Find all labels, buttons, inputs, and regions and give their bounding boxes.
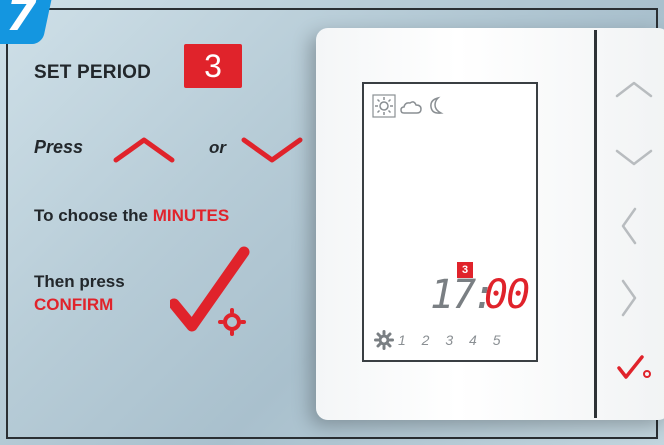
lcd-screen — [362, 82, 538, 362]
moon-icon — [430, 96, 444, 114]
down-button[interactable] — [614, 146, 654, 168]
left-button[interactable] — [618, 206, 640, 246]
up-chevron-icon — [113, 137, 175, 163]
period-number-box: 3 — [184, 44, 242, 88]
confirm-check-icon — [170, 246, 250, 336]
cloud-icon — [400, 101, 422, 114]
lcd-gear-icon — [374, 330, 394, 350]
sun-icon — [372, 94, 396, 118]
step-number-badge: 7 — [0, 0, 54, 44]
down-chevron-icon — [241, 137, 303, 163]
then-press-label: Then press — [34, 272, 125, 291]
lcd-day-numbers: 1 2 3 4 5 — [398, 332, 507, 348]
settings-gear-icon — [218, 308, 246, 336]
press-label: Press — [34, 137, 84, 157]
or-label: or — [209, 138, 226, 157]
confirm-label: CONFIRM — [34, 295, 114, 314]
up-button[interactable] — [614, 78, 654, 100]
confirm-button[interactable] — [616, 352, 656, 382]
device-divider — [594, 30, 597, 418]
lcd-time-hours: 17 — [430, 272, 476, 318]
choose-minutes-text: To choose the MINUTES — [34, 206, 229, 226]
minutes-highlight: MINUTES — [152, 206, 230, 225]
right-button[interactable] — [618, 278, 640, 318]
choose-prefix: To choose the — [34, 206, 153, 225]
set-period-label: SET PERIOD — [34, 62, 152, 83]
lcd-time-minutes: 00 — [484, 272, 530, 318]
